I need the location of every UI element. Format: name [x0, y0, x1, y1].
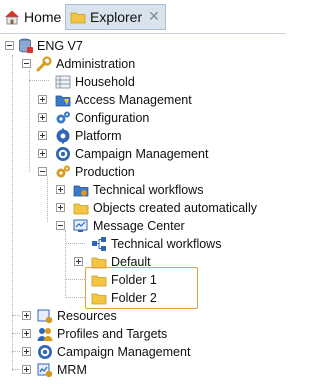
tab-bar: Home Explorer ✕ [0, 0, 286, 34]
explorer-folder-icon [70, 9, 86, 25]
tree-label: Access Management [75, 93, 192, 107]
expand-toggle[interactable] [22, 347, 31, 356]
tree-label: Technical workflows [111, 237, 222, 251]
tree-node-administration[interactable]: Administration [0, 55, 286, 73]
collapse-toggle[interactable] [38, 167, 47, 176]
tree-node-mc-technical-workflows[interactable]: Technical workflows [0, 235, 286, 253]
workflow-folder-icon [73, 182, 89, 198]
expand-toggle[interactable] [22, 365, 31, 374]
tree-node-platform[interactable]: Platform [0, 127, 286, 145]
production-gears-icon [55, 164, 71, 180]
collapse-toggle[interactable] [56, 221, 65, 230]
tree-node-technical-workflows[interactable]: Technical workflows [0, 181, 286, 199]
tree-label: Configuration [75, 111, 150, 125]
tree-label: Resources [57, 309, 117, 323]
close-icon[interactable]: ✕ [147, 9, 161, 23]
tree-label: Production [75, 165, 135, 179]
tree-node-root[interactable]: ENG V7 [0, 37, 286, 55]
home-icon [4, 9, 20, 25]
tree-label: MRM [57, 363, 87, 377]
platform-gear-icon [55, 128, 71, 144]
message-center-icon [73, 218, 89, 234]
tree-node-configuration[interactable]: Configuration [0, 109, 286, 127]
tab-explorer-label: Explorer [90, 9, 143, 25]
tree-node-campaign-management[interactable]: Campaign Management [0, 343, 286, 361]
collapse-toggle[interactable] [22, 59, 31, 68]
wrench-icon [36, 56, 52, 72]
tree-node-profiles-targets[interactable]: Profiles and Targets [0, 325, 286, 343]
tab-home[interactable]: Home [0, 4, 62, 30]
tree-label: ENG V7 [37, 39, 83, 53]
tree-node-resources[interactable]: Resources [0, 307, 286, 325]
tree-node-household[interactable]: Household [0, 73, 286, 91]
expand-toggle[interactable] [38, 149, 47, 158]
expand-toggle[interactable] [38, 131, 47, 140]
tab-explorer[interactable]: Explorer ✕ [65, 4, 166, 30]
tree-label: Campaign Management [57, 345, 191, 359]
folder-icon [73, 200, 89, 216]
access-folder-icon [55, 92, 71, 108]
expand-toggle[interactable] [38, 95, 47, 104]
resources-icon [37, 308, 53, 324]
mrm-icon [37, 362, 53, 378]
tree-node-production[interactable]: Production [0, 163, 286, 181]
table-list-icon [55, 74, 71, 90]
gears-icon [55, 110, 71, 126]
target-icon [55, 146, 71, 162]
expand-toggle[interactable] [74, 257, 83, 266]
expand-toggle[interactable] [22, 329, 31, 338]
tree-node-access-management[interactable]: Access Management [0, 91, 286, 109]
expand-toggle[interactable] [22, 311, 31, 320]
selection-highlight-box [85, 267, 198, 309]
tree-label: Profiles and Targets [57, 327, 168, 341]
database-server-icon [18, 38, 34, 54]
tree-node-objects-created[interactable]: Objects created automatically [0, 199, 286, 217]
workflow-icon [91, 236, 107, 252]
tree-node-message-center[interactable]: Message Center [0, 217, 286, 235]
expand-toggle[interactable] [56, 185, 65, 194]
users-icon [37, 326, 53, 342]
tree-label: Technical workflows [93, 183, 204, 197]
tree-label: Message Center [93, 219, 185, 233]
tab-divider [0, 33, 286, 34]
tree-label: Household [75, 75, 135, 89]
tree-label: Campaign Management [75, 147, 209, 161]
target-icon [37, 344, 53, 360]
tab-home-label: Home [24, 9, 62, 25]
tree-label: Objects created automatically [93, 201, 257, 215]
collapse-toggle[interactable] [5, 41, 14, 50]
expand-toggle[interactable] [56, 203, 65, 212]
tree-node-campaign-management-admin[interactable]: Campaign Management [0, 145, 286, 163]
expand-toggle[interactable] [38, 113, 47, 122]
tree-node-mrm[interactable]: MRM [0, 361, 286, 379]
tree-label: Administration [56, 57, 136, 71]
tree-label: Platform [75, 129, 122, 143]
